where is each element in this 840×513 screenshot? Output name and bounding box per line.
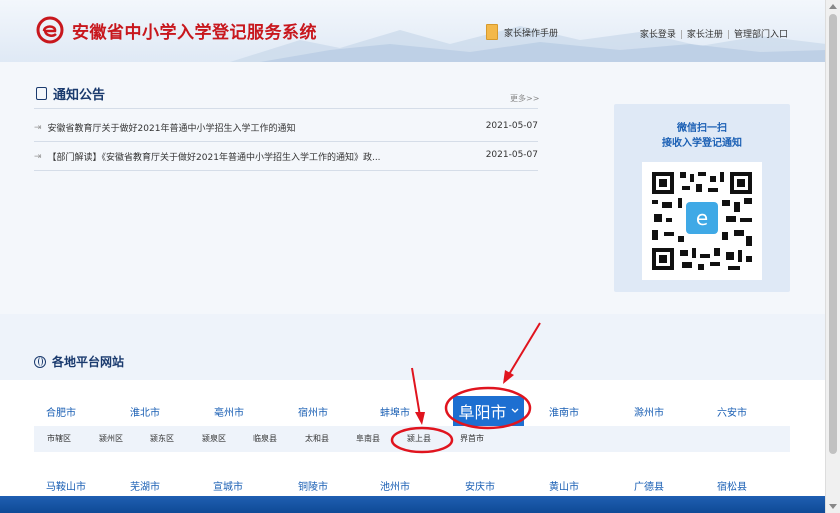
notice-item-date: 2021-05-07 — [485, 121, 538, 131]
parent-manual-link[interactable]: 家长操作手册 — [486, 24, 558, 40]
notice-title: 通知公告 — [53, 88, 106, 103]
notice-item-date: 2021-05-07 — [485, 150, 538, 160]
divider — [34, 141, 538, 142]
notice-item-text: 【部门解读】《安徽省教育厅关于做好2021年普通中小学招生入学工作的通知》政..… — [47, 153, 381, 163]
city-link[interactable]: 铜陵市 — [298, 478, 328, 493]
city-link[interactable]: 黄山市 — [549, 478, 579, 493]
county-link[interactable]: 阜南县 — [356, 433, 380, 444]
city-link-bengbu[interactable]: 蚌埠市 — [380, 404, 410, 419]
arrow-bullet-icon: ⇥ — [34, 122, 42, 133]
county-link[interactable]: 界首市 — [460, 433, 484, 444]
county-link[interactable]: 太和县 — [305, 433, 329, 444]
vertical-scrollbar[interactable] — [825, 0, 840, 513]
scroll-up-icon[interactable] — [829, 4, 837, 9]
notice-item-text: 安徽省教育厅关于做好2021年普通中小学招生入学工作的通知 — [47, 124, 296, 134]
region-title: 各地平台网站 — [52, 355, 125, 369]
chevron-down-icon — [511, 408, 518, 413]
city-link-huainan[interactable]: 淮南市 — [549, 404, 579, 419]
site-title: 安徽省中小学入学登记服务系统 — [72, 23, 317, 43]
county-link[interactable]: 颍东区 — [150, 433, 174, 444]
notice-icon — [36, 87, 47, 100]
qr-caption-line2: 接收入学登记通知 — [662, 138, 742, 149]
city-link-chuzhou[interactable]: 滁州市 — [634, 404, 664, 419]
scrollbar-thumb[interactable] — [829, 14, 837, 454]
city-link[interactable]: 广德县 — [634, 478, 664, 493]
divider — [34, 108, 538, 109]
notice-item[interactable]: ⇥ 安徽省教育厅关于做好2021年普通中小学招生入学工作的通知 2021-05-0… — [34, 121, 538, 134]
parent-register-link[interactable]: 家长注册 — [687, 30, 723, 40]
annotation-arrow-line — [507, 322, 541, 377]
city-link-huaibei[interactable]: 淮北市 — [130, 404, 160, 419]
city-link[interactable]: 池州市 — [380, 478, 410, 493]
book-icon — [486, 24, 498, 40]
admin-entry-link[interactable]: 管理部门入口 — [734, 30, 788, 40]
qr-code-icon: e — [652, 172, 752, 270]
city-link[interactable]: 安庆市 — [465, 478, 495, 493]
arrow-bullet-icon: ⇥ — [34, 151, 42, 162]
divider — [34, 170, 538, 171]
city-link[interactable]: 马鞍山市 — [46, 478, 86, 493]
region-heading: 各地平台网站 — [34, 353, 124, 370]
qr-code-card: e — [642, 162, 762, 280]
qr-caption-line1: 微信扫一扫 — [677, 123, 727, 134]
county-link[interactable]: 临泉县 — [253, 433, 277, 444]
top-links: 家长登录 | 家长注册 | 管理部门入口 — [639, 30, 788, 40]
more-link[interactable]: 更多>> — [510, 93, 539, 104]
county-link[interactable]: 颍泉区 — [202, 433, 226, 444]
parent-manual-label: 家长操作手册 — [504, 28, 559, 39]
city-link[interactable]: 宿松县 — [717, 478, 747, 493]
svg-text:e: e — [696, 206, 708, 230]
city-link[interactable]: 芜湖市 — [130, 478, 160, 493]
city-link[interactable]: 宣城市 — [213, 478, 243, 493]
county-link[interactable]: 颍州区 — [99, 433, 123, 444]
city-tab-fuyang-active[interactable]: 阜阳市 — [453, 396, 524, 426]
city-link-hefei[interactable]: 合肥市 — [46, 404, 76, 419]
city-link-luan[interactable]: 六安市 — [717, 404, 747, 419]
parent-login-link[interactable]: 家长登录 — [640, 30, 676, 40]
logo-icon — [36, 16, 64, 44]
county-link-yingshang[interactable]: 颍上县 — [407, 433, 431, 444]
notice-heading: 通知公告 — [36, 84, 105, 103]
county-link[interactable]: 市辖区 — [47, 433, 71, 444]
city-link-bozhou[interactable]: 亳州市 — [214, 404, 244, 419]
notice-item[interactable]: ⇥ 【部门解读】《安徽省教育厅关于做好2021年普通中小学招生入学工作的通知》政.… — [34, 150, 538, 163]
city-link-suzhou[interactable]: 宿州市 — [298, 404, 328, 419]
qr-caption: 微信扫一扫 接收入学登记通知 — [614, 121, 790, 151]
active-city-label: 阜阳市 — [458, 403, 507, 422]
footer-band — [0, 496, 826, 513]
site-header: 安徽省中小学入学登记服务系统 家长操作手册 家长登录 | 家长注册 | 管理部门入口 — [0, 0, 826, 62]
scroll-down-icon[interactable] — [829, 504, 837, 509]
globe-icon — [34, 355, 46, 368]
